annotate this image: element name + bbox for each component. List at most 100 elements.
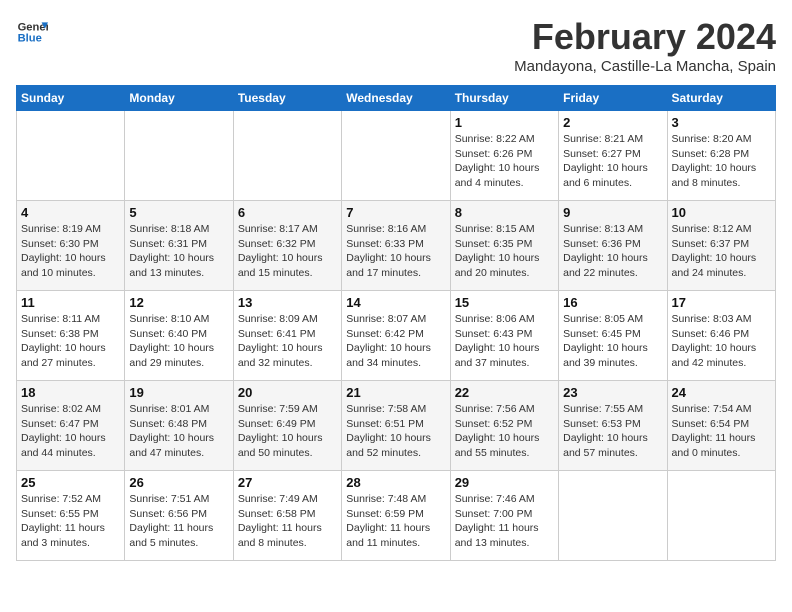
day-info: Sunrise: 8:18 AM Sunset: 6:31 PM Dayligh…: [129, 222, 228, 281]
day-number: 17: [672, 295, 771, 310]
calendar-cell: 4Sunrise: 8:19 AM Sunset: 6:30 PM Daylig…: [17, 201, 125, 291]
calendar-cell: 18 Sunrise: 8:02 AM Sunset: 6:47 PM Dayli…: [17, 381, 125, 471]
day-info: Sunrise: 8:10 AM Sunset: 6:40 PM Dayligh…: [129, 312, 228, 371]
day-number: 26: [129, 475, 228, 490]
day-number: 13: [238, 295, 337, 310]
calendar-cell: 20 Sunrise: 7:59 AM Sunset: 6:49 PM Dayli…: [233, 381, 341, 471]
calendar-cell: 7Sunrise: 8:16 AM Sunset: 6:33 PM Daylig…: [342, 201, 450, 291]
calendar-cell: 6 Sunrise: 8:17 AM Sunset: 6:32 PM Daylig…: [233, 201, 341, 291]
day-info: Sunrise: 8:02 AM Sunset: 6:47 PM Dayligh…: [21, 402, 120, 461]
day-number: 18: [21, 385, 120, 400]
weekday-header: Saturday: [667, 86, 775, 111]
day-info: Sunrise: 7:51 AM Sunset: 6:56 PM Dayligh…: [129, 492, 228, 551]
calendar-cell: 5 Sunrise: 8:18 AM Sunset: 6:31 PM Daylig…: [125, 201, 233, 291]
calendar-cell: [667, 471, 775, 561]
day-number: 14: [346, 295, 445, 310]
weekday-header: Sunday: [17, 86, 125, 111]
calendar-cell: [17, 111, 125, 201]
calendar-cell: 25 Sunrise: 7:52 AM Sunset: 6:55 PM Dayli…: [17, 471, 125, 561]
calendar-cell: 26 Sunrise: 7:51 AM Sunset: 6:56 PM Dayli…: [125, 471, 233, 561]
calendar-cell: 15Sunrise: 8:06 AM Sunset: 6:43 PM Dayli…: [450, 291, 558, 381]
day-number: 22: [455, 385, 554, 400]
day-number: 19: [129, 385, 228, 400]
calendar-week-row: 4Sunrise: 8:19 AM Sunset: 6:30 PM Daylig…: [17, 201, 776, 291]
day-number: 21: [346, 385, 445, 400]
day-info: Sunrise: 7:46 AM Sunset: 7:00 PM Dayligh…: [455, 492, 554, 551]
logo: General Blue: [16, 16, 48, 48]
day-info: Sunrise: 8:07 AM Sunset: 6:42 PM Dayligh…: [346, 312, 445, 371]
day-number: 1: [455, 115, 554, 130]
calendar-cell: [233, 111, 341, 201]
calendar-week-row: 18 Sunrise: 8:02 AM Sunset: 6:47 PM Dayli…: [17, 381, 776, 471]
day-info: Sunrise: 8:20 AM Sunset: 6:28 PM Dayligh…: [672, 132, 771, 191]
calendar-cell: [125, 111, 233, 201]
calendar-cell: 29 Sunrise: 7:46 AM Sunset: 7:00 PM Dayli…: [450, 471, 558, 561]
day-info: Sunrise: 8:16 AM Sunset: 6:33 PM Dayligh…: [346, 222, 445, 281]
day-info: Sunrise: 8:05 AM Sunset: 6:45 PM Dayligh…: [563, 312, 662, 371]
day-info: Sunrise: 8:11 AM Sunset: 6:38 PM Dayligh…: [21, 312, 120, 371]
calendar-table: SundayMondayTuesdayWednesdayThursdayFrid…: [16, 85, 776, 561]
day-number: 8: [455, 205, 554, 220]
day-info: Sunrise: 7:59 AM Sunset: 6:49 PM Dayligh…: [238, 402, 337, 461]
calendar-cell: 14 Sunrise: 8:07 AM Sunset: 6:42 PM Dayli…: [342, 291, 450, 381]
day-info: Sunrise: 7:52 AM Sunset: 6:55 PM Dayligh…: [21, 492, 120, 551]
day-number: 20: [238, 385, 337, 400]
day-info: Sunrise: 8:21 AM Sunset: 6:27 PM Dayligh…: [563, 132, 662, 191]
day-number: 16: [563, 295, 662, 310]
day-info: Sunrise: 8:17 AM Sunset: 6:32 PM Dayligh…: [238, 222, 337, 281]
day-info: Sunrise: 7:48 AM Sunset: 6:59 PM Dayligh…: [346, 492, 445, 551]
logo-icon: General Blue: [16, 16, 48, 48]
svg-text:Blue: Blue: [18, 33, 42, 45]
calendar-subtitle: Mandayona, Castille-La Mancha, Spain: [514, 58, 776, 75]
day-info: Sunrise: 7:56 AM Sunset: 6:52 PM Dayligh…: [455, 402, 554, 461]
calendar-cell: 17Sunrise: 8:03 AM Sunset: 6:46 PM Dayli…: [667, 291, 775, 381]
weekday-header: Monday: [125, 86, 233, 111]
calendar-title: February 2024: [514, 16, 776, 58]
calendar-cell: 22 Sunrise: 7:56 AM Sunset: 6:52 PM Dayli…: [450, 381, 558, 471]
calendar-cell: 27 Sunrise: 7:49 AM Sunset: 6:58 PM Dayli…: [233, 471, 341, 561]
weekday-header: Tuesday: [233, 86, 341, 111]
calendar-cell: 2 Sunrise: 8:21 AM Sunset: 6:27 PM Daylig…: [559, 111, 667, 201]
calendar-cell: 21Sunrise: 7:58 AM Sunset: 6:51 PM Dayli…: [342, 381, 450, 471]
day-info: Sunrise: 8:13 AM Sunset: 6:36 PM Dayligh…: [563, 222, 662, 281]
day-number: 27: [238, 475, 337, 490]
calendar-cell: 24 Sunrise: 7:54 AM Sunset: 6:54 PM Dayli…: [667, 381, 775, 471]
day-number: 3: [672, 115, 771, 130]
calendar-cell: 13 Sunrise: 8:09 AM Sunset: 6:41 PM Dayli…: [233, 291, 341, 381]
day-number: 9: [563, 205, 662, 220]
day-number: 23: [563, 385, 662, 400]
day-number: 29: [455, 475, 554, 490]
calendar-cell: 9 Sunrise: 8:13 AM Sunset: 6:36 PM Daylig…: [559, 201, 667, 291]
calendar-cell: [559, 471, 667, 561]
day-info: Sunrise: 7:54 AM Sunset: 6:54 PM Dayligh…: [672, 402, 771, 461]
title-block: February 2024 Mandayona, Castille-La Man…: [514, 16, 776, 75]
day-info: Sunrise: 8:12 AM Sunset: 6:37 PM Dayligh…: [672, 222, 771, 281]
calendar-cell: 16 Sunrise: 8:05 AM Sunset: 6:45 PM Dayli…: [559, 291, 667, 381]
day-number: 25: [21, 475, 120, 490]
calendar-week-row: 11Sunrise: 8:11 AM Sunset: 6:38 PM Dayli…: [17, 291, 776, 381]
weekday-header: Wednesday: [342, 86, 450, 111]
day-number: 4: [21, 205, 120, 220]
day-info: Sunrise: 7:55 AM Sunset: 6:53 PM Dayligh…: [563, 402, 662, 461]
day-number: 28: [346, 475, 445, 490]
day-info: Sunrise: 8:06 AM Sunset: 6:43 PM Dayligh…: [455, 312, 554, 371]
day-info: Sunrise: 8:15 AM Sunset: 6:35 PM Dayligh…: [455, 222, 554, 281]
day-info: Sunrise: 8:22 AM Sunset: 6:26 PM Dayligh…: [455, 132, 554, 191]
weekday-header: Thursday: [450, 86, 558, 111]
calendar-cell: [342, 111, 450, 201]
calendar-cell: 11Sunrise: 8:11 AM Sunset: 6:38 PM Dayli…: [17, 291, 125, 381]
day-number: 5: [129, 205, 228, 220]
day-info: Sunrise: 7:49 AM Sunset: 6:58 PM Dayligh…: [238, 492, 337, 551]
calendar-cell: 8 Sunrise: 8:15 AM Sunset: 6:35 PM Daylig…: [450, 201, 558, 291]
day-number: 2: [563, 115, 662, 130]
calendar-cell: 3 Sunrise: 8:20 AM Sunset: 6:28 PM Daylig…: [667, 111, 775, 201]
calendar-cell: 10Sunrise: 8:12 AM Sunset: 6:37 PM Dayli…: [667, 201, 775, 291]
day-number: 24: [672, 385, 771, 400]
day-number: 6: [238, 205, 337, 220]
calendar-cell: 19Sunrise: 8:01 AM Sunset: 6:48 PM Dayli…: [125, 381, 233, 471]
calendar-cell: 23 Sunrise: 7:55 AM Sunset: 6:53 PM Dayli…: [559, 381, 667, 471]
weekday-header: Friday: [559, 86, 667, 111]
weekday-header-row: SundayMondayTuesdayWednesdayThursdayFrid…: [17, 86, 776, 111]
calendar-cell: 12Sunrise: 8:10 AM Sunset: 6:40 PM Dayli…: [125, 291, 233, 381]
day-info: Sunrise: 8:09 AM Sunset: 6:41 PM Dayligh…: [238, 312, 337, 371]
